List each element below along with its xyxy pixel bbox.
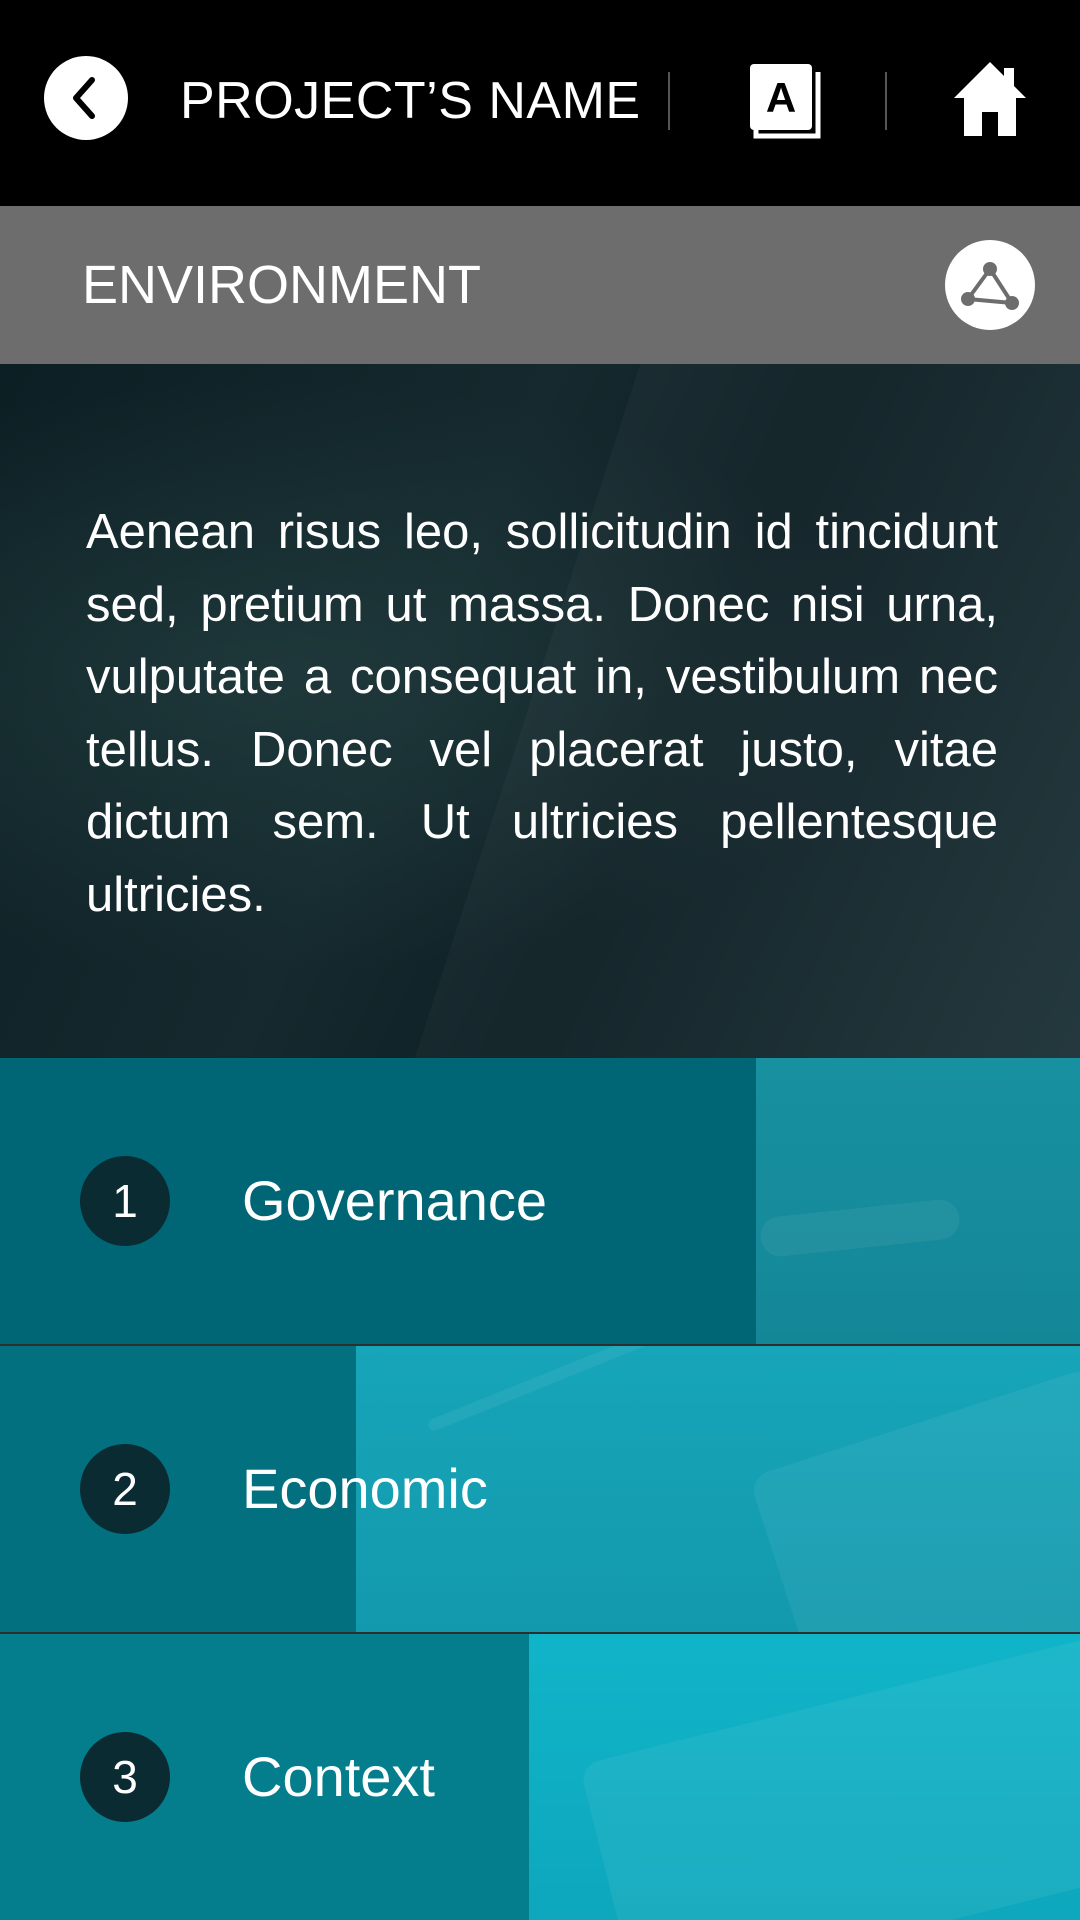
network-icon (961, 262, 1019, 310)
description-panel: Aenean risus leo, sollicitudin id tincid… (0, 364, 1080, 1058)
menu-item-context[interactable]: 3 Context (0, 1634, 1080, 1920)
glossary-book-icon: A (750, 64, 821, 139)
row-divider (0, 1632, 1080, 1634)
item-number-badge: 2 (80, 1444, 170, 1534)
section-title: ENVIRONMENT (82, 255, 482, 315)
row-divider (0, 1344, 1080, 1346)
network-button[interactable] (945, 240, 1035, 330)
top-bar: PROJECT’S NAME A (0, 0, 1080, 206)
header-divider (668, 72, 670, 130)
home-button[interactable] (952, 58, 1028, 140)
glossary-letter: A (766, 74, 796, 121)
header-divider (885, 72, 887, 130)
section-header: ENVIRONMENT (0, 206, 1080, 364)
project-title: PROJECT’S NAME (180, 72, 641, 130)
menu-item-governance[interactable]: 1 Governance (0, 1058, 1080, 1344)
item-label: Governance (242, 1169, 548, 1232)
item-label: Economic (242, 1457, 488, 1520)
item-label: Context (242, 1745, 435, 1808)
background-image (579, 1634, 1080, 1920)
home-icon (954, 62, 1026, 136)
glossary-button[interactable]: A (748, 62, 822, 140)
description-text: Aenean risus leo, sollicitudin id tincid… (86, 505, 998, 922)
background-image (758, 1197, 962, 1259)
back-button[interactable] (44, 56, 128, 140)
menu-item-economic[interactable]: 2 Economic (0, 1346, 1080, 1632)
item-number-badge: 1 (80, 1156, 170, 1246)
background-image (426, 1346, 654, 1433)
chevron-left-icon (73, 77, 95, 119)
item-number-badge: 3 (80, 1732, 170, 1822)
background-image (748, 1366, 1080, 1632)
